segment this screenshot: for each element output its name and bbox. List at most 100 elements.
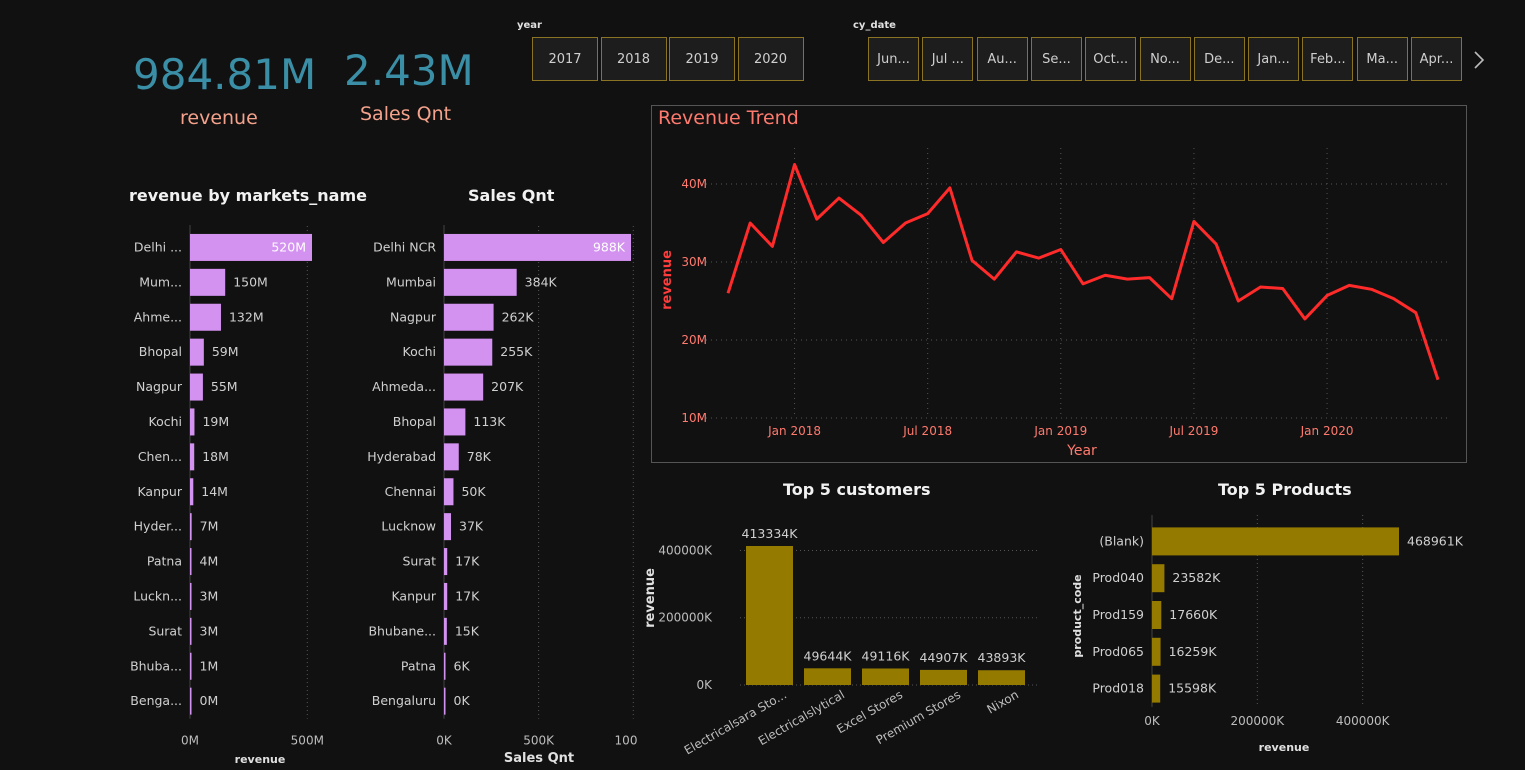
- year-slicer-title: year: [517, 20, 542, 31]
- x-tick-label: 500K: [523, 734, 555, 748]
- date-option[interactable]: No...: [1139, 37, 1191, 81]
- x-tick-label: 100: [615, 734, 638, 748]
- category-label: Kanpur: [391, 588, 436, 603]
- data-label: 1M: [200, 658, 219, 673]
- data-label: 78K: [467, 449, 492, 464]
- data-label: 23582K: [1172, 570, 1221, 585]
- data-label: 3M: [200, 588, 219, 603]
- category-label: Nagpur: [136, 379, 183, 394]
- data-label: 37K: [459, 519, 484, 534]
- category-label: Kochi: [403, 344, 437, 359]
- data-label: 520M: [271, 239, 306, 254]
- data-label: 49644K: [804, 648, 853, 663]
- data-label: 17660K: [1169, 607, 1218, 622]
- y-axis-title: product_code: [1071, 574, 1084, 657]
- data-label: 17K: [455, 554, 480, 569]
- bar: [190, 687, 192, 715]
- bar: [190, 373, 203, 401]
- category-label: Chen...: [138, 449, 182, 464]
- date-option[interactable]: Au...: [976, 37, 1028, 81]
- bar: [190, 268, 226, 296]
- data-label: 113K: [473, 414, 506, 429]
- year-option-2018[interactable]: 2018: [600, 37, 667, 81]
- market-qty-chart-title: Sales Qnt: [468, 186, 555, 205]
- y-tick-label: 10M: [681, 411, 707, 425]
- year-option-2020[interactable]: 2020: [737, 37, 804, 81]
- year-option-2019[interactable]: 2019: [669, 37, 735, 81]
- chevron-right-icon[interactable]: [1470, 48, 1488, 72]
- category-label: Bhopal: [393, 414, 436, 429]
- data-label: 132M: [229, 309, 264, 324]
- category-label: Surat: [148, 623, 182, 638]
- bar: [862, 668, 909, 685]
- date-option[interactable]: Jun...: [868, 37, 919, 81]
- bar: [444, 582, 448, 610]
- data-label: 50K: [461, 484, 486, 499]
- category-label: Mum...: [139, 274, 182, 289]
- data-label: 468961K: [1407, 533, 1464, 548]
- qty-kpi-value: 2.43M: [344, 46, 474, 95]
- data-label: 384K: [525, 274, 558, 289]
- bar: [444, 478, 454, 506]
- data-label: 150M: [233, 274, 268, 289]
- date-option[interactable]: Oct...: [1085, 37, 1137, 81]
- category-label: Hyder...: [134, 519, 182, 534]
- category-label: Kanpur: [137, 484, 182, 499]
- date-option[interactable]: Se...: [1030, 37, 1082, 81]
- category-label: Kochi: [149, 414, 183, 429]
- date-option[interactable]: Ma...: [1356, 37, 1408, 81]
- bar: [920, 669, 967, 685]
- data-label: 262K: [502, 309, 535, 324]
- category-label: Bengaluru: [372, 693, 436, 708]
- bar: [1152, 601, 1162, 629]
- date-option[interactable]: Jan...: [1248, 37, 1300, 81]
- revenue-kpi-label: revenue: [180, 107, 258, 129]
- data-label: 44907K: [920, 650, 969, 665]
- bar: [746, 546, 793, 685]
- date-option[interactable]: De...: [1193, 37, 1245, 81]
- category-label: Prod065: [1092, 644, 1144, 659]
- category-label: Ahme...: [134, 309, 182, 324]
- bar: [190, 443, 195, 471]
- date-option[interactable]: Apr...: [1411, 37, 1462, 81]
- bar: [190, 408, 195, 436]
- y-tick-label: 200000K: [658, 611, 713, 625]
- top-products-chart: 0K 200000K 400000K (Blank) 468961K Prod040 235…: [1071, 515, 1464, 754]
- year-option-2017[interactable]: 2017: [532, 37, 598, 81]
- category-label: Prod159: [1092, 607, 1144, 622]
- data-label: 255K: [500, 344, 533, 359]
- bar: [1152, 637, 1161, 666]
- date-option[interactable]: Jul ...: [922, 37, 974, 81]
- x-axis-title: Sales Qnt: [504, 751, 574, 766]
- category-label: (Blank): [1099, 533, 1144, 548]
- x-tick-label: Jan 2019: [1033, 424, 1087, 438]
- data-label: 0K: [454, 693, 471, 708]
- data-label: 43893K: [978, 650, 1027, 665]
- bar: [444, 617, 447, 645]
- x-tick-label: 0K: [436, 734, 453, 748]
- data-label: 4M: [200, 554, 219, 569]
- x-axis-title: Year: [1066, 443, 1097, 459]
- y-tick-label: 400000K: [658, 543, 713, 557]
- bar: [444, 268, 517, 296]
- category-label: Lucknow: [381, 519, 436, 534]
- top-customers-chart-title: Top 5 customers: [783, 480, 931, 499]
- bar: [190, 338, 204, 366]
- bar: [444, 303, 494, 331]
- bar: [1152, 674, 1161, 703]
- x-tick-label: Nixon: [985, 687, 1021, 716]
- category-label: Ahmeda...: [372, 379, 436, 394]
- y-tick-label: 0K: [696, 678, 713, 692]
- revenue-trend-title: Revenue Trend: [658, 107, 799, 129]
- bar: [1152, 564, 1165, 593]
- bar: [190, 303, 221, 331]
- bar: [444, 687, 446, 715]
- category-label: Delhi ...: [134, 239, 182, 254]
- bar: [978, 670, 1025, 685]
- date-option[interactable]: Feb...: [1302, 37, 1354, 81]
- bar: [190, 513, 192, 541]
- y-tick-label: 40M: [681, 177, 707, 191]
- x-tick-label: 0K: [1144, 714, 1161, 728]
- category-label: Bhuba...: [130, 658, 182, 673]
- bar: [1152, 527, 1399, 556]
